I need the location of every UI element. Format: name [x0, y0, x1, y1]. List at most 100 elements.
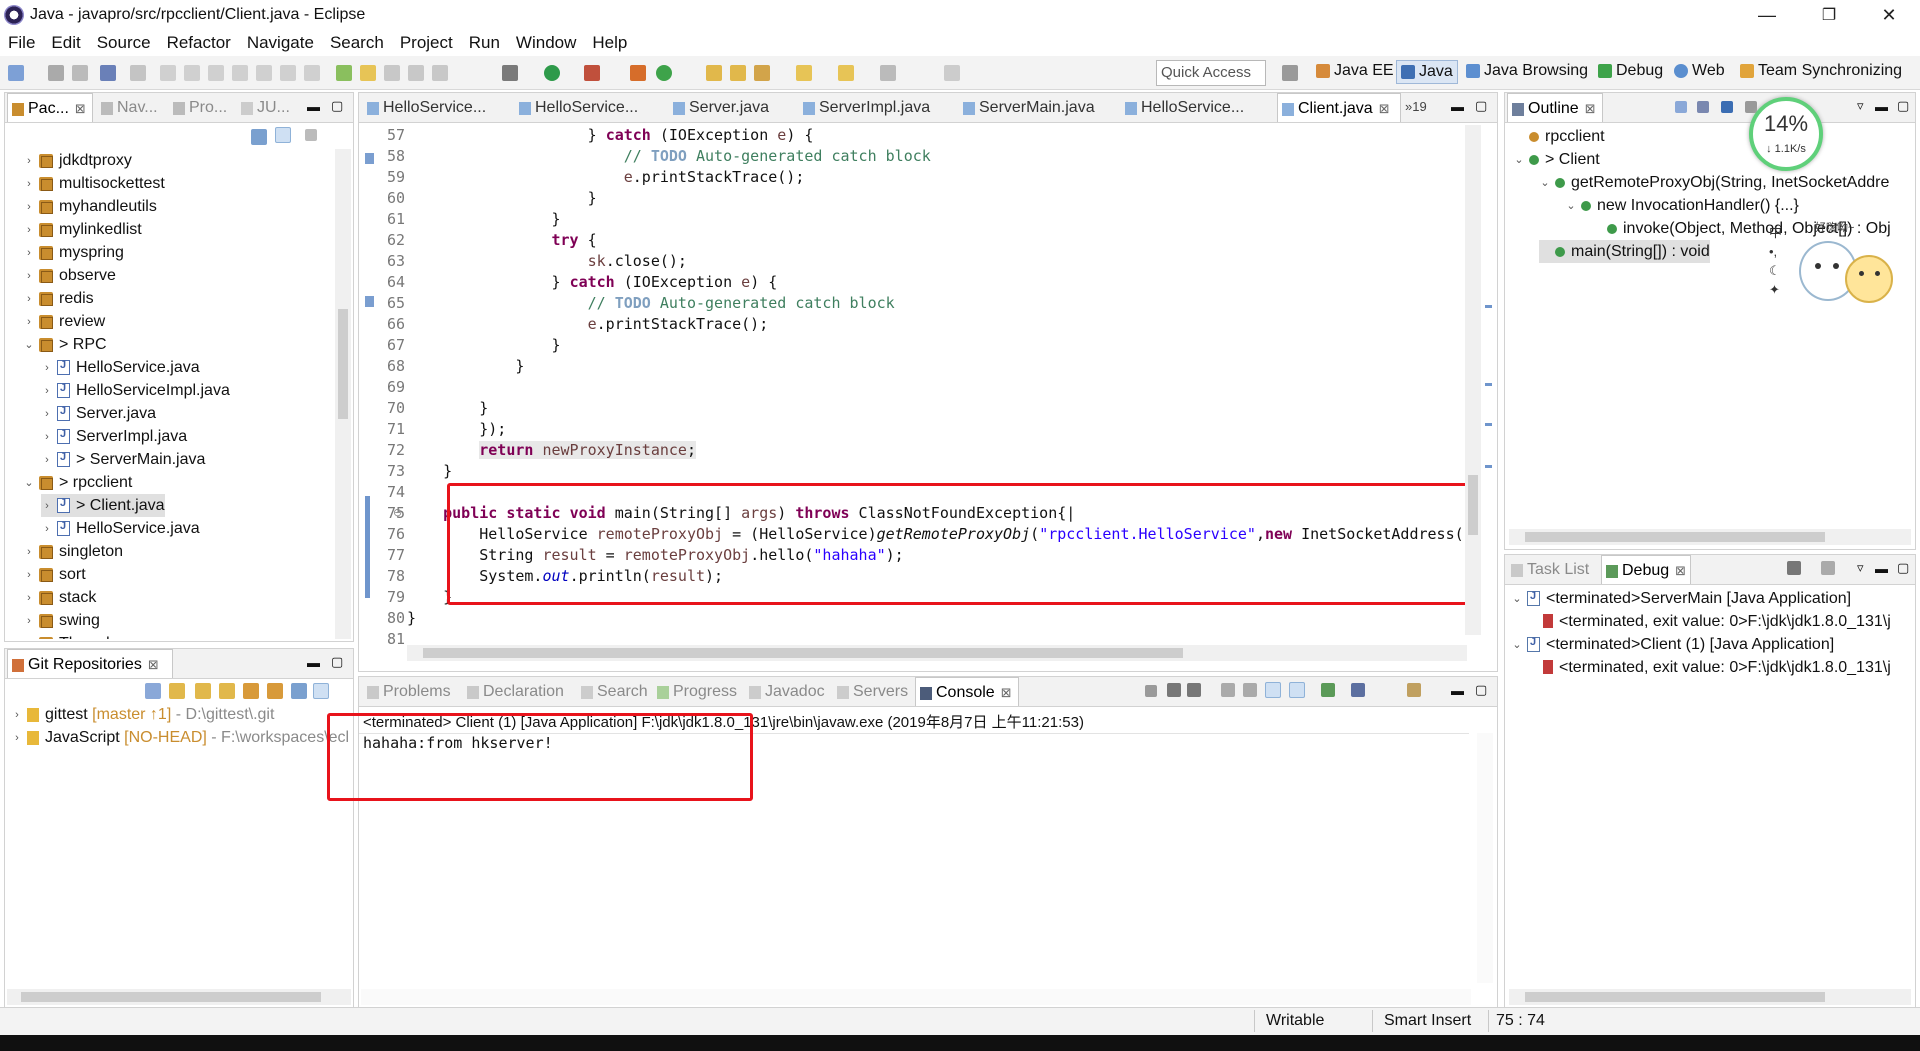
tree-item[interactable]: › review: [23, 310, 105, 333]
menu-help[interactable]: Help: [592, 33, 627, 53]
scroll-lock-icon[interactable]: [1243, 683, 1257, 697]
menu-navigate[interactable]: Navigate: [247, 33, 314, 53]
menu-file[interactable]: File: [8, 33, 35, 53]
tree-item[interactable]: › HelloService.java: [41, 517, 199, 540]
twisty-icon[interactable]: ›: [23, 569, 35, 581]
minimize-view-icon[interactable]: ▬: [1875, 561, 1888, 576]
link-with-editor-icon[interactable]: [275, 127, 291, 143]
word-wrap-icon[interactable]: [384, 65, 400, 81]
console-vertical-scrollbar[interactable]: [1477, 733, 1493, 983]
close-icon[interactable]: ⊠: [75, 101, 86, 117]
tab-problems[interactable]: Problems: [363, 677, 451, 706]
close-icon[interactable]: ⊠: [148, 657, 159, 673]
tab-package-explorer[interactable]: Pac... ⊠: [7, 93, 93, 122]
run-icon[interactable]: [544, 65, 560, 81]
tree-item[interactable]: › sort: [23, 563, 86, 586]
filter-icon[interactable]: [291, 683, 307, 699]
minimize-view-icon[interactable]: ▬: [1875, 99, 1888, 114]
twisty-icon[interactable]: ›: [23, 638, 35, 640]
twisty-icon[interactable]: ›: [41, 385, 53, 397]
show-on-stderr-icon[interactable]: [1289, 682, 1305, 698]
tab-navigator[interactable]: Nav...: [97, 93, 158, 122]
debug-launch-servermain[interactable]: ⌄<terminated>ServerMain [Java Applicatio…: [1511, 587, 1851, 610]
remove-launch-icon[interactable]: [1167, 683, 1181, 697]
twisty-icon[interactable]: ›: [41, 362, 53, 374]
outline-item[interactable]: ⌄ > Client: [1513, 148, 1599, 171]
tree-item[interactable]: › stack: [23, 586, 96, 609]
twisty-icon[interactable]: ⌄: [1565, 199, 1577, 212]
tree-item[interactable]: › > ServerMain.java: [41, 448, 205, 471]
quick-access-input[interactable]: Quick Access: [1156, 60, 1266, 86]
editor-tab-servermain[interactable]: ServerMain.java: [959, 93, 1095, 122]
new-java-project-icon[interactable]: [630, 65, 646, 81]
show-on-stdout-icon[interactable]: [1265, 682, 1281, 698]
tree-item[interactable]: › ServerImpl.java: [41, 425, 187, 448]
open-type-icon[interactable]: [706, 65, 722, 81]
step-into-icon[interactable]: [256, 65, 272, 81]
tab-project-explorer[interactable]: Pro...: [169, 93, 227, 122]
twisty-icon[interactable]: ›: [23, 293, 35, 305]
tab-task-list[interactable]: Task List: [1507, 555, 1589, 584]
debug-horizontal-scrollbar[interactable]: [1509, 989, 1911, 1005]
tree-item[interactable]: › observe: [23, 264, 116, 287]
git-repo-javascript[interactable]: › JavaScript [NO-HEAD] - F:\workspaces\ec…: [11, 726, 351, 749]
menu-run[interactable]: Run: [469, 33, 500, 53]
save-icon[interactable]: [48, 65, 64, 81]
tab-servers[interactable]: Servers: [833, 677, 908, 706]
outline-item[interactable]: main(String[]) : void: [1539, 240, 1710, 263]
debug-process-servermain[interactable]: <terminated, exit value: 0>F:\jdk\jdk1.8…: [1543, 610, 1915, 633]
clone-repo-icon[interactable]: [195, 683, 211, 699]
tree-item[interactable]: › Server.java: [41, 402, 156, 425]
sticker-side-menu[interactable]: 中 •, ☾ ✦: [1769, 223, 1782, 299]
minimize-button[interactable]: —: [1744, 0, 1790, 30]
editor-tab-helloservice-3[interactable]: HelloService...: [1121, 93, 1244, 122]
outline-horizontal-scrollbar[interactable]: [1509, 529, 1911, 545]
open-perspective-button-icon[interactable]: [1282, 65, 1298, 81]
twisty-icon[interactable]: ›: [41, 500, 53, 512]
tree-item[interactable]: › singleton: [23, 540, 123, 563]
tab-outline[interactable]: Outline ⊠: [1507, 93, 1603, 122]
tree-item[interactable]: › myspring: [23, 241, 124, 264]
console-horizontal-scrollbar[interactable]: [361, 989, 1471, 1005]
collapse-icon[interactable]: [145, 683, 161, 699]
tab-progress[interactable]: Progress: [653, 677, 737, 706]
save-all-icon[interactable]: [72, 65, 88, 81]
twisty-icon[interactable]: ›: [41, 408, 53, 420]
link-icon[interactable]: [267, 683, 283, 699]
new-icon[interactable]: [8, 65, 24, 81]
tree-item[interactable]: › multisockettest: [23, 172, 165, 195]
refresh-icon[interactable]: [243, 683, 259, 699]
search-tool-icon[interactable]: [754, 65, 770, 81]
twisty-icon[interactable]: ›: [41, 431, 53, 443]
block-selection-icon[interactable]: [408, 65, 424, 81]
network-monitor-widget[interactable]: 14% ↓ 1.1K/s: [1749, 97, 1823, 171]
next-annotation-icon[interactable]: [796, 65, 812, 81]
twisty-icon[interactable]: ›: [23, 247, 35, 259]
editor-tab-helloservice-2[interactable]: HelloService...: [515, 93, 638, 122]
tree-vertical-scrollbar[interactable]: [335, 149, 351, 639]
remove-all-icon[interactable]: [1187, 683, 1201, 697]
tab-search[interactable]: Search: [577, 677, 648, 706]
tree-item[interactable]: › myhandleutils: [23, 195, 157, 218]
tree-item[interactable]: › mylinkedlist: [23, 218, 142, 241]
add-repo-icon[interactable]: [169, 683, 185, 699]
step-over-icon[interactable]: [280, 65, 296, 81]
twisty-icon[interactable]: ›: [23, 615, 35, 627]
twisty-icon[interactable]: ›: [41, 454, 53, 466]
perspective-java-ee[interactable]: Java EE: [1316, 62, 1394, 80]
close-icon[interactable]: ⊠: [1001, 685, 1012, 701]
menu-project[interactable]: Project: [400, 33, 453, 53]
perspective-web[interactable]: Web: [1674, 62, 1725, 80]
tree-item[interactable]: › jdkdtproxy: [23, 149, 132, 172]
collapse-all-icon[interactable]: [251, 129, 267, 145]
minimize-view-icon[interactable]: ▬: [1451, 683, 1464, 698]
show-whitespace-icon[interactable]: [432, 65, 448, 81]
tree-item[interactable]: › swing: [23, 609, 100, 632]
twisty-icon[interactable]: ›: [23, 270, 35, 282]
twisty-icon[interactable]: ›: [23, 592, 35, 604]
editor-tab-helloservice-1[interactable]: HelloService...: [363, 93, 486, 122]
tab-git-repositories[interactable]: Git Repositories ⊠: [7, 649, 173, 678]
console-icon[interactable]: [100, 65, 116, 81]
display-console-icon[interactable]: [1351, 683, 1365, 697]
suspend-icon[interactable]: [184, 65, 200, 81]
